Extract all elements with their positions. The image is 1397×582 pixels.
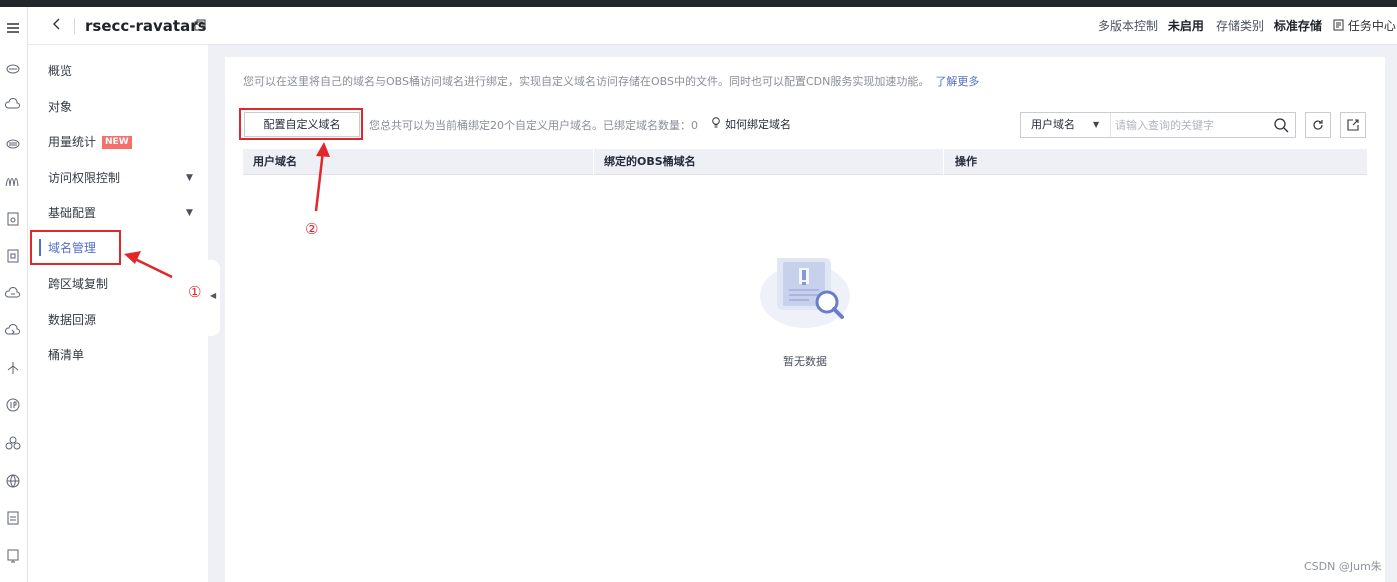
task-center-link[interactable]: 任务中心 (1333, 18, 1396, 34)
search-group: 用户域名 ▼ (1020, 112, 1296, 138)
copy-icon[interactable] (194, 19, 206, 31)
column-separator (943, 149, 944, 175)
server-icon[interactable] (5, 211, 21, 227)
column-obs-bucket-domain: 绑定的OBS桶域名 (604, 155, 696, 168)
versioning-value: 未启用 (1167, 19, 1204, 33)
annotation-step-1: ① (188, 283, 202, 301)
column-user-domain: 用户域名 (253, 155, 297, 168)
how-to-bind-domain-label: 如何绑定域名 (725, 118, 791, 131)
empty-state-text: 暂无数据 (783, 355, 827, 368)
task-center-label: 任务中心 (1347, 19, 1396, 33)
top-strip (0, 0, 1397, 7)
monitor-icon[interactable] (5, 548, 21, 564)
storage-class-label: 存储类别 (1216, 19, 1265, 33)
sidebar-item-bucket-inventory[interactable]: 桶清单 (48, 345, 84, 365)
description-text: 您可以在这里将自己的域名与OBS桶访问域名进行绑定，实现自定义域名访问存储在OB… (243, 75, 930, 88)
caret-down-icon: ▼ (186, 173, 193, 183)
sidebar-item-back-to-source[interactable]: 数据回源 (48, 310, 96, 330)
how-to-bind-domain-link[interactable]: 如何绑定域名 (711, 117, 791, 132)
bucket-name-title: rsecc-ravatars (85, 17, 207, 35)
new-badge: NEW (102, 136, 132, 149)
search-field-select[interactable]: 用户域名 ▼ (1021, 113, 1111, 137)
sidebar-item-label: 对象 (48, 100, 73, 114)
page-header: rsecc-ravatars 多版本控制 未启用 存储类别 标准存储 任务中心 (28, 7, 1397, 45)
annotation-step-2: ② (305, 220, 319, 238)
service-icon-rail (0, 7, 28, 582)
lightbulb-icon (712, 117, 720, 128)
refresh-icon (1313, 120, 1323, 130)
domain-table-header: 用户域名 绑定的OBS桶域名 操作 (243, 149, 1367, 175)
caret-left-icon: ◀ (210, 291, 217, 300)
sidebar-item-label: 跨区域复制 (48, 277, 109, 291)
sidebar-item-label: 基础配置 (48, 206, 97, 220)
cloud-network-icon[interactable] (5, 286, 21, 302)
sidebar-item-usage-stats[interactable]: 用量统计 NEW (48, 132, 132, 152)
domain-quota-text: 您总共可以为当前桶绑定20个自定义用户域名。已绑定域名数量：0 (369, 119, 698, 132)
storage-class-status: 存储类别 标准存储 (1216, 18, 1322, 34)
database-icon[interactable] (5, 135, 21, 151)
sidebar-item-basic-config[interactable]: 基础配置 ▼ (48, 203, 208, 223)
page-description: 您可以在这里将自己的域名与OBS桶访问域名进行绑定，实现自定义域名访问存储在OB… (243, 74, 979, 90)
storage-class-value: 标准存储 (1273, 19, 1322, 33)
versioning-status: 多版本控制 未启用 (1098, 18, 1204, 34)
task-list-icon (1333, 19, 1344, 31)
sidebar-item-objects[interactable]: 对象 (48, 97, 72, 117)
empty-state-illustration (755, 250, 855, 332)
search-field-select-value: 用户域名 (1031, 118, 1075, 131)
search-input[interactable] (1115, 115, 1265, 135)
ip-icon[interactable] (5, 397, 21, 413)
cloud-icon[interactable] (5, 97, 21, 113)
wave-icon[interactable] (5, 174, 21, 190)
menu-icon[interactable] (5, 20, 21, 36)
sidebar-item-access-control[interactable]: 访问权限控制 ▼ (48, 168, 208, 188)
annotation-highlight-config-button (239, 108, 363, 140)
sidebar-item-label: 访问权限控制 (48, 171, 121, 185)
export-icon (1347, 119, 1359, 131)
column-actions: 操作 (955, 155, 977, 168)
column-separator (593, 149, 594, 175)
sidebar-item-overview[interactable]: 概览 (48, 61, 72, 81)
globe-icon[interactable] (5, 473, 21, 489)
cluster-icon[interactable] (5, 435, 21, 451)
caret-down-icon: ▼ (1093, 120, 1100, 129)
sidebar-item-label: 用量统计 (48, 135, 97, 149)
search-icon[interactable] (1273, 117, 1289, 133)
refresh-button[interactable] (1305, 112, 1331, 138)
sidebar-item-cross-region-replication[interactable]: 跨区域复制 (48, 274, 108, 294)
route-icon[interactable] (5, 360, 21, 376)
learn-more-link[interactable]: 了解更多 (935, 75, 979, 88)
watermark: CSDN @Jum朱 (1304, 560, 1382, 573)
header-divider (74, 18, 75, 34)
cloud-sync-icon[interactable] (5, 323, 21, 339)
cloud-storage-icon[interactable] (5, 60, 21, 76)
sidebar-item-label: 数据回源 (48, 313, 97, 327)
back-icon[interactable] (52, 16, 68, 36)
container-icon[interactable] (5, 248, 21, 264)
export-button[interactable] (1340, 112, 1366, 138)
sidebar-nav: 概览 对象 用量统计 NEW 访问权限控制 ▼ 基础配置 ▼ 域名管理 跨区域复制 数… (28, 45, 208, 582)
sidebar-collapse-handle[interactable]: ◀ (208, 260, 220, 336)
document-icon[interactable] (5, 510, 21, 526)
caret-down-icon: ▼ (186, 208, 193, 218)
annotation-highlight-domain-management (30, 230, 121, 265)
sidebar-item-label: 桶清单 (48, 348, 85, 362)
sidebar-item-label: 概览 (48, 64, 73, 78)
versioning-label: 多版本控制 (1098, 19, 1159, 33)
